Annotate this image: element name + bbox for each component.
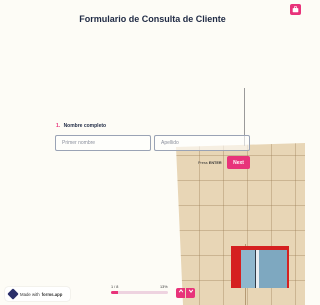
question-text: Nombre completo	[63, 123, 107, 129]
form-title: Formulario de Consulta de Cliente	[79, 14, 226, 24]
progress-percent: 13%	[160, 285, 168, 289]
background-window-bar	[256, 250, 259, 288]
badge-brand: forms.app	[41, 291, 63, 297]
progress-bar	[111, 291, 168, 294]
last-name-input[interactable]	[154, 135, 250, 151]
progress-count: 1 / 8	[111, 285, 119, 289]
press-enter-hint: Press ENTER	[198, 161, 222, 165]
next-button[interactable]: Next	[227, 156, 250, 169]
briefcase-icon[interactable]	[290, 4, 301, 15]
chevron-down-icon[interactable]	[186, 288, 195, 298]
forms-app-logo-icon	[7, 288, 19, 300]
chevron-up-icon[interactable]	[176, 288, 185, 298]
progress-bar-fill	[111, 291, 119, 294]
press-prefix: Press	[198, 161, 208, 165]
first-name-input[interactable]	[55, 135, 151, 151]
press-key: ENTER	[208, 161, 222, 165]
question-label: 1. Nombre completo	[56, 123, 106, 129]
made-with-badge[interactable]: Made with forms.app	[5, 287, 70, 301]
question-number: 1.	[56, 123, 61, 129]
badge-prefix: Made with	[20, 291, 40, 297]
background-window-glass	[241, 250, 287, 288]
